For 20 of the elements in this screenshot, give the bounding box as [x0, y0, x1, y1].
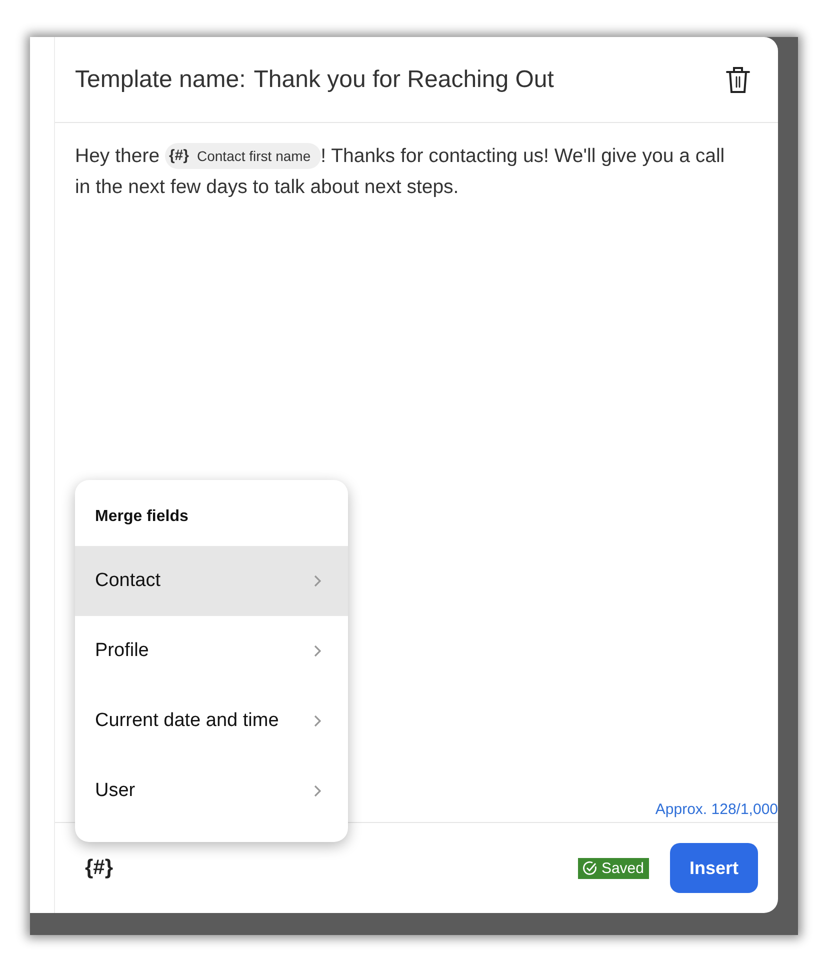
menu-title: Merge fields [95, 508, 188, 525]
merge-field-icon: {#} [168, 145, 189, 167]
merge-field-chip[interactable]: {#} Contact first name [164, 143, 321, 169]
message-text[interactable]: Hey there {#} Contact first name ! Thanks for contacting us! We'll give you a call in the next few days to talk about next steps. [75, 141, 778, 203]
chevron-right-icon [313, 644, 322, 658]
chevron-right-icon [313, 574, 322, 588]
chevron-right-icon [313, 784, 322, 798]
merge-field-button[interactable]: {#} [85, 856, 114, 880]
menu-item[interactable]: User [75, 756, 348, 826]
character-counter: Approx. 128/1,000 [655, 800, 778, 820]
check-circle-icon [583, 861, 598, 875]
template-name-label: Template name: [75, 66, 246, 94]
saved-badge: Saved [578, 858, 649, 878]
chevron-right-icon [313, 714, 322, 728]
menu-item[interactable]: Contact [75, 546, 348, 616]
insert-button[interactable]: Insert [670, 843, 758, 893]
trash-icon[interactable] [726, 66, 750, 94]
menu-item[interactable]: Profile [75, 616, 348, 686]
menu-item[interactable]: Current date and time [75, 686, 348, 756]
template-name: Thank you for Reaching Out [254, 66, 554, 94]
